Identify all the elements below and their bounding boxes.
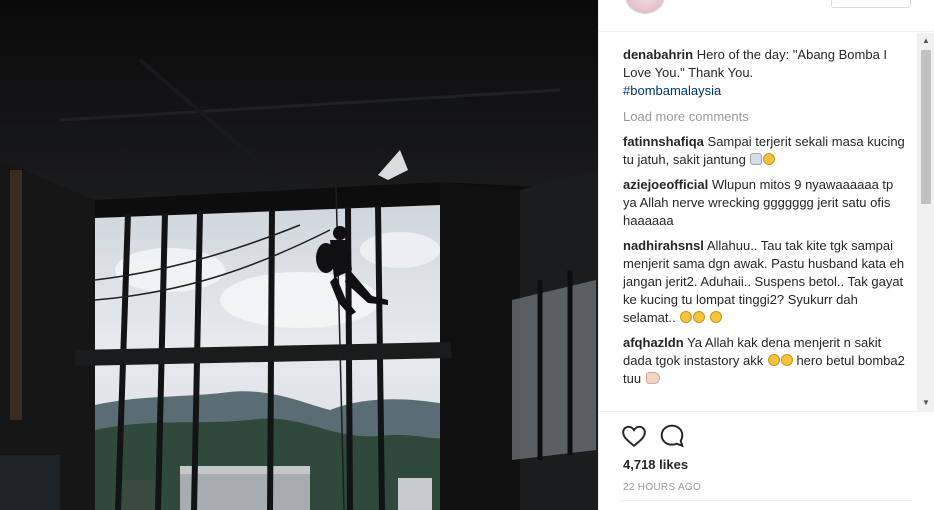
crying-cat-emoji-icon [750,153,763,165]
post-caption: denabahrin Hero of the day: "Abang Bomba… [623,46,909,100]
post-header [599,0,934,32]
scroll-down-arrow-icon[interactable]: ▼ [917,395,934,411]
scroll-up-arrow-icon[interactable]: ▲ [917,33,934,49]
post-photo[interactable] [0,0,598,510]
comment-username[interactable]: afqhazldn [623,335,684,350]
divider [621,500,913,501]
relieved-face-emoji-icon [680,311,693,323]
grinning-face-emoji-icon [767,354,780,366]
comment-username[interactable]: nadhirahsnsl [623,238,704,253]
relieved-face-emoji-icon [693,311,706,323]
author-avatar[interactable] [625,0,665,14]
comment-bubble-icon[interactable] [659,423,685,449]
heart-icon[interactable] [621,423,647,449]
load-more-comments-link[interactable]: Load more comments [623,108,909,126]
post-actions: 4,718 likes 22 HOURS AGO [599,411,934,510]
comment-username[interactable]: aziejoeofficial [623,177,708,192]
comment-item: afqhazldn Ya Allah kak dena menjerit n s… [623,334,909,388]
surprised-face-emoji-icon [780,354,793,366]
scrollbar-thumb[interactable] [921,50,931,204]
comment-username[interactable]: fatinnshafiqa [623,134,704,149]
comment-item: fatinnshafiqa Sampai terjerit sekali mas… [623,133,909,169]
rappelling-firefighter-image [0,0,598,510]
tears-of-joy-emoji-icon [763,153,776,165]
comments-scrollbar[interactable]: ▲ ▼ [917,33,934,411]
caption-username[interactable]: denabahrin [623,47,693,62]
comment-item: nadhirahsnsl Allahuu.. Tau tak kite tgk … [623,237,909,327]
comment-item: aziejoeofficial Wlupun mitos 9 nyawaaaaa… [623,176,909,230]
action-icons-row [621,423,697,449]
follow-button[interactable] [831,0,911,8]
relieved-face-emoji-icon [710,311,722,323]
like-count[interactable]: 4,718 likes [623,457,688,472]
caption-hashtag[interactable]: #bombamalaysia [623,83,721,98]
post-timestamp[interactable]: 22 HOURS AGO [623,482,701,493]
post-side-panel: denabahrin Hero of the day: "Abang Bomba… [598,0,934,510]
comments-list: denabahrin Hero of the day: "Abang Bomba… [599,33,919,411]
flexed-biceps-emoji-icon [645,372,660,384]
